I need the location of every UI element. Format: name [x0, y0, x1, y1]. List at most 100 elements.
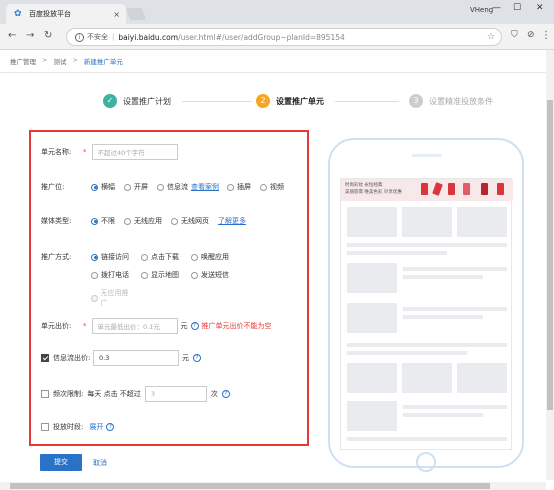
- submit-button[interactable]: 提交: [40, 454, 82, 471]
- extension-circle-icon[interactable]: ⊘: [527, 30, 535, 40]
- placeholder-block: [347, 363, 397, 393]
- promo-option[interactable]: 链接访问: [91, 252, 132, 262]
- position-row: 推广位: 横幅 开屏 信息流 查看案例 插屏 视频: [41, 182, 293, 192]
- schedule-checkbox[interactable]: [41, 423, 49, 431]
- help-icon[interactable]: ?: [106, 423, 115, 431]
- phone-speaker: [412, 154, 442, 157]
- radio-icon: [191, 271, 198, 279]
- media-option[interactable]: 不限: [91, 216, 115, 226]
- media-type-row: 媒体类型: 不限 无线应用 无线网页 了解更多: [41, 216, 246, 226]
- frequency-input[interactable]: 3: [144, 386, 207, 402]
- lipstick-image: [463, 183, 470, 195]
- placeholder-line: [347, 343, 507, 347]
- url-host: baiyi.baidu.com: [118, 32, 179, 42]
- help-icon[interactable]: ?: [193, 354, 201, 362]
- feed-bid-checkbox[interactable]: [41, 354, 49, 362]
- tab-close-icon[interactable]: ×: [113, 10, 120, 19]
- lipstick-image: [481, 183, 488, 195]
- position-option[interactable]: 视频: [260, 182, 284, 192]
- media-type-label: 媒体类型:: [41, 217, 72, 225]
- placeholder-line: [347, 351, 467, 355]
- step-indicator: ✓ 设置推广计划 2 设置推广单元 3 设置精准投放条件: [0, 92, 546, 112]
- divider: [0, 72, 546, 73]
- promo-option[interactable]: 拨打电话: [91, 270, 132, 280]
- position-option[interactable]: 插屏: [227, 182, 251, 192]
- step-connector: [182, 101, 252, 102]
- breadcrumb-item[interactable]: 推广管理: [10, 56, 36, 66]
- help-icon[interactable]: ?: [190, 322, 199, 330]
- help-icon[interactable]: ?: [221, 390, 230, 398]
- promo-option[interactable]: 点击下载: [141, 252, 182, 262]
- option-label: 无线应用: [134, 217, 162, 225]
- position-option[interactable]: 信息流: [157, 182, 188, 192]
- placeholder-line: [403, 307, 507, 311]
- unit-name-input[interactable]: 不超过40个字符: [91, 144, 178, 160]
- maximize-icon[interactable]: ☐: [513, 3, 521, 13]
- view-example-link[interactable]: 查看案例: [191, 182, 219, 192]
- option-label: 横幅: [101, 183, 115, 191]
- bookmark-star-icon[interactable]: ☆: [487, 32, 495, 42]
- step-label: 设置推广计划: [123, 96, 171, 106]
- promo-option[interactable]: 唤醒应用: [191, 252, 238, 262]
- promo-option[interactable]: 发送短信: [191, 270, 238, 280]
- promo-option[interactable]: 显示地图: [141, 270, 182, 280]
- tab-title: 百度投放平台: [29, 10, 71, 18]
- schedule-label: 投放时段:: [53, 423, 84, 431]
- unit-bid-input[interactable]: 单元最低出价：0.1元: [91, 318, 178, 334]
- step-number: 3: [409, 94, 423, 108]
- breadcrumb-item[interactable]: 测试: [53, 56, 66, 66]
- radio-icon: [141, 271, 148, 279]
- feed-bid-input[interactable]: 0.3: [93, 350, 179, 366]
- browser-tab[interactable]: ✿ 百度投放平台 ×: [6, 4, 126, 24]
- placeholder-line: [403, 405, 507, 409]
- expand-link[interactable]: 展开: [89, 422, 103, 432]
- placeholder-line: [403, 275, 483, 279]
- learn-more-link[interactable]: 了解更多: [218, 216, 246, 226]
- lipstick-image: [432, 182, 443, 196]
- back-arrow-icon[interactable]: ←: [8, 30, 16, 41]
- option-label: 链接访问: [101, 253, 129, 261]
- radio-icon: [191, 253, 198, 261]
- position-option[interactable]: 开屏: [124, 182, 148, 192]
- promo-method-options: 链接访问 点击下载 唤醒应用 拨打电话 显示地图 发送短信 无应用推广: [91, 252, 247, 308]
- minimize-icon[interactable]: —: [492, 3, 501, 13]
- new-tab-button[interactable]: [125, 8, 147, 20]
- browser-toolbar: ← → ↻ i 不安全 | baiyi.baidu.com /user.html…: [0, 24, 554, 50]
- menu-kebab-icon[interactable]: ⋮: [541, 30, 551, 41]
- ad-banner: 时尚彩妆 永恒经典 美丽唇膏 唯美色彩 尽享优惠: [341, 179, 513, 201]
- radio-icon: [157, 183, 164, 191]
- lipstick-image: [448, 183, 455, 195]
- cancel-link[interactable]: 取消: [93, 458, 107, 468]
- placeholder-line: [347, 437, 507, 441]
- info-icon[interactable]: i: [75, 32, 84, 42]
- vertical-scrollbar-thumb[interactable]: [547, 100, 553, 410]
- check-icon: ✓: [103, 94, 117, 108]
- breadcrumb-current: 新建推广单元: [83, 58, 123, 66]
- placeholder-block: [457, 363, 507, 393]
- forward-arrow-icon[interactable]: →: [26, 30, 34, 41]
- close-window-icon[interactable]: ✕: [536, 3, 544, 13]
- unit-bid-error: 推广单元出价不能为空: [201, 322, 272, 330]
- media-option[interactable]: 无线应用: [124, 216, 162, 226]
- lipstick-image: [497, 183, 504, 195]
- frequency-checkbox[interactable]: [41, 390, 49, 398]
- horizontal-scrollbar-thumb[interactable]: [10, 483, 490, 489]
- address-bar[interactable]: i 不安全 | baiyi.baidu.com /user.html#/user…: [66, 28, 502, 46]
- required-mark: *: [83, 148, 87, 156]
- step-3: 3 设置精准投放条件: [409, 94, 493, 108]
- phone-preview: 时尚彩妆 永恒经典 美丽唇膏 唯美色彩 尽享优惠: [328, 138, 524, 472]
- breadcrumb-separator: >: [72, 56, 78, 64]
- required-mark: *: [83, 322, 87, 330]
- position-option[interactable]: 横幅: [91, 182, 115, 192]
- radio-icon: [91, 253, 98, 261]
- promo-option-disabled: 无应用推广: [91, 288, 132, 308]
- media-option[interactable]: 无线网页: [171, 216, 209, 226]
- unit-form: 单元名称: * 不超过40个字符 推广位: 横幅 开屏 信息流 查看案例 插屏 …: [29, 130, 309, 446]
- option-label: 视频: [270, 183, 284, 191]
- feed-bid-row: 信息流出价: 0.3 元 ?: [41, 350, 201, 366]
- phone-home-button: [416, 452, 436, 472]
- browser-user-name[interactable]: VHeng: [470, 6, 493, 14]
- reload-icon[interactable]: ↻: [44, 30, 52, 41]
- extension-shield-icon[interactable]: ⛉: [511, 30, 518, 40]
- baidu-favicon-icon: ✿: [14, 9, 22, 19]
